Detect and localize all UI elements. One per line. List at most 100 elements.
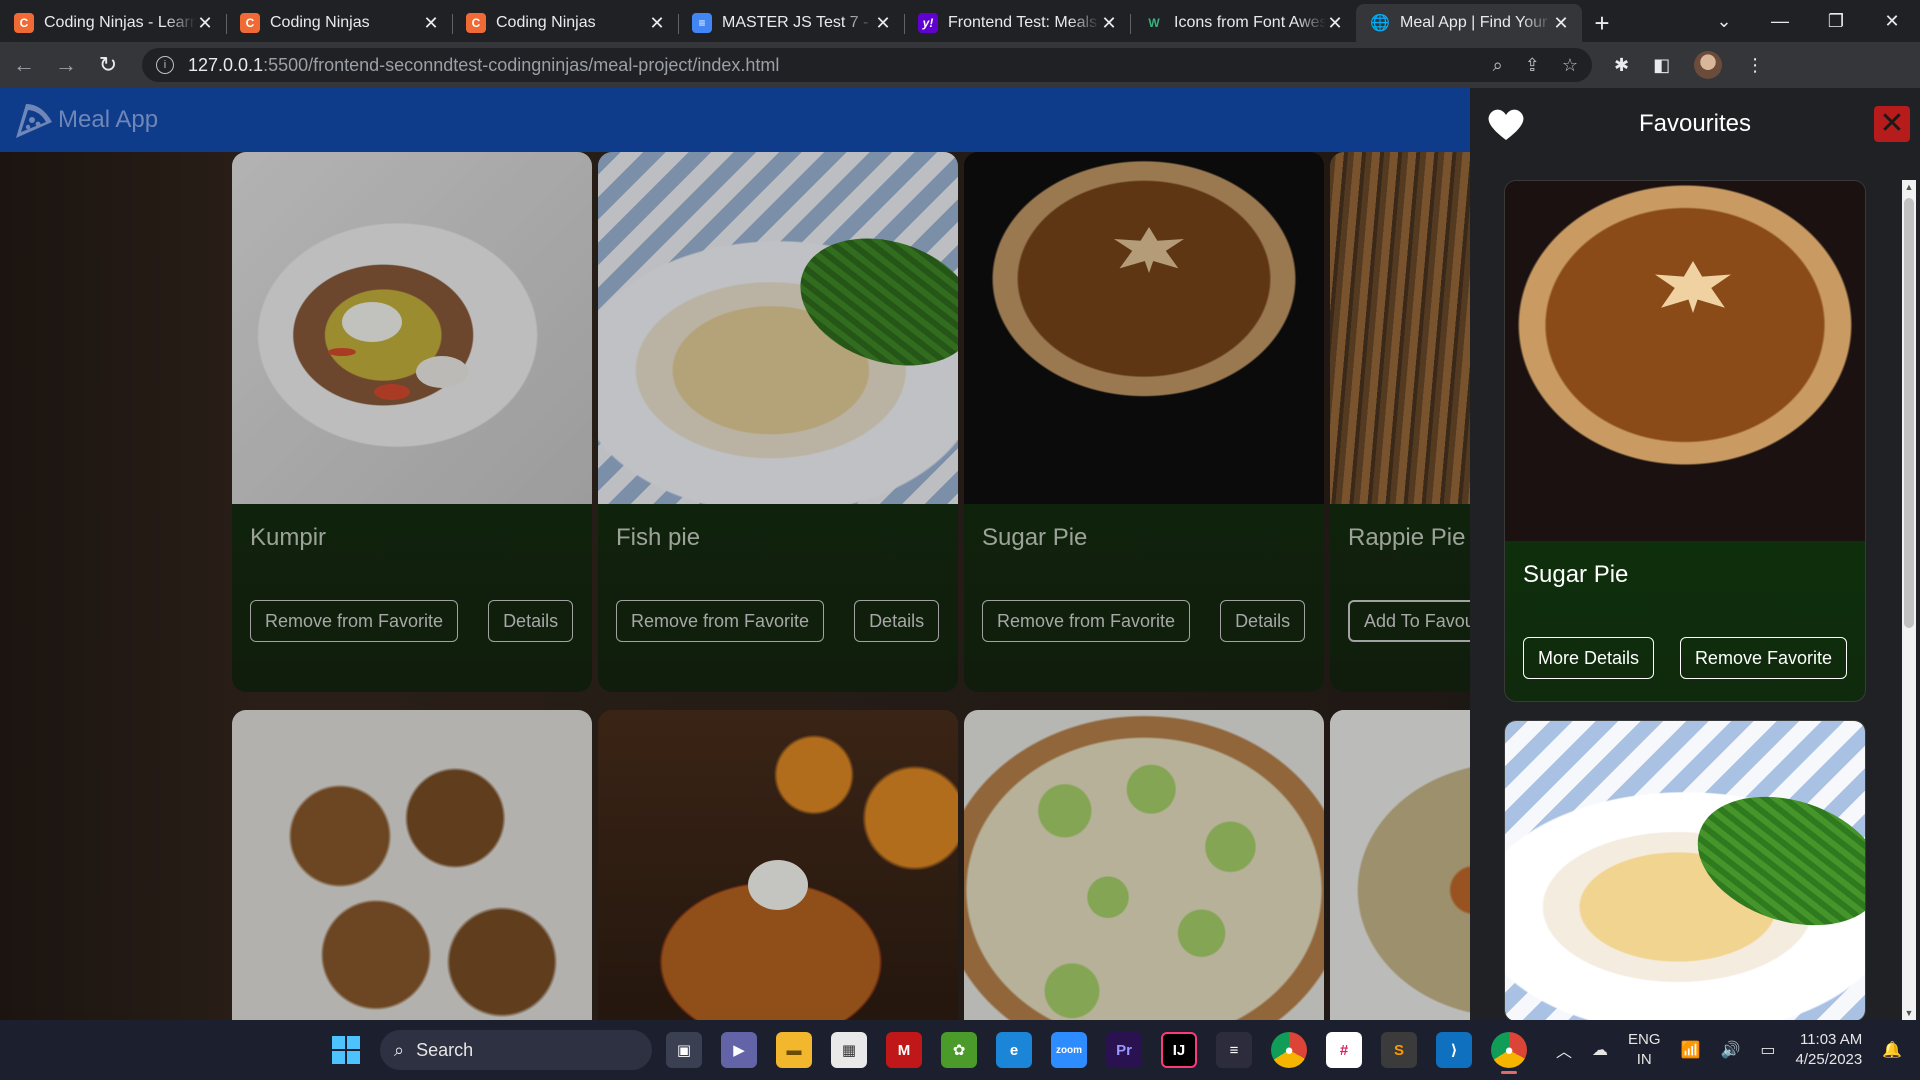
- edge-icon[interactable]: e: [996, 1032, 1032, 1068]
- remove-from-favorite-button[interactable]: Remove from Favorite: [250, 600, 459, 642]
- restore-icon[interactable]: ❐: [1808, 0, 1864, 42]
- pizza-logo-icon[interactable]: [12, 98, 56, 142]
- close-tab-icon[interactable]: ✕: [196, 13, 214, 34]
- meal-image: [964, 710, 1324, 1020]
- taskbar-search-label: Search: [416, 1039, 474, 1060]
- scrollbar-thumb[interactable]: [1904, 198, 1914, 628]
- browser-menu-icon[interactable]: ⋮: [1746, 55, 1764, 76]
- meal-image: [1505, 721, 1865, 1020]
- file-explorer-icon[interactable]: ▬: [776, 1032, 812, 1068]
- yahoo-icon: y!: [918, 13, 938, 33]
- chrome-icon-active[interactable]: ●: [1491, 1032, 1527, 1074]
- brand-name[interactable]: Meal App: [58, 106, 158, 134]
- globe-icon: 🌐: [1370, 15, 1390, 32]
- scroll-down-icon[interactable]: ▼: [1902, 1008, 1916, 1018]
- favourite-card: [1504, 720, 1866, 1020]
- tab-title: Icons from Font Awes: [1174, 14, 1326, 31]
- teams-chat-icon[interactable]: ▶: [721, 1032, 757, 1068]
- favourites-list: Sugar Pie More Details Remove Favorite: [1504, 180, 1866, 1020]
- battery-icon[interactable]: ▭: [1760, 1040, 1775, 1060]
- browser-tab[interactable]: ≡ MASTER JS Test 7 - M ✕: [678, 4, 904, 42]
- favourites-header: Favourites ✕: [1470, 88, 1920, 160]
- browser-tab[interactable]: C Coding Ninjas - Learn ✕: [0, 4, 226, 42]
- details-button[interactable]: Details: [488, 600, 574, 642]
- minimize-icon[interactable]: —: [1752, 0, 1808, 42]
- back-icon[interactable]: ←: [6, 47, 42, 83]
- onedrive-cloud-icon[interactable]: ☁: [1592, 1040, 1608, 1060]
- details-button[interactable]: Details: [854, 600, 940, 642]
- app-leaf-icon[interactable]: ✿: [941, 1032, 977, 1068]
- tab-title: Meal App | Find Your: [1400, 14, 1548, 31]
- media-player-icon[interactable]: ≡: [1216, 1032, 1252, 1068]
- forward-icon[interactable]: →: [48, 47, 84, 83]
- browser-tab-bar: C Coding Ninjas - Learn ✕ C Coding Ninja…: [0, 0, 1920, 42]
- meal-card: [232, 710, 592, 1020]
- wifi-icon[interactable]: 📶: [1681, 1040, 1701, 1060]
- bookmark-star-icon[interactable]: ☆: [1562, 55, 1578, 76]
- microsoft-store-icon[interactable]: ▦: [831, 1032, 867, 1068]
- browser-tab[interactable]: C Coding Ninjas ✕: [226, 4, 452, 42]
- close-tab-icon[interactable]: ✕: [874, 13, 892, 34]
- browser-tab[interactable]: y! Frontend Test: Meals ✕: [904, 4, 1130, 42]
- url-host: 127.0.0.1: [188, 54, 264, 75]
- close-window-icon[interactable]: ✕: [1864, 0, 1920, 42]
- details-button[interactable]: Details: [1220, 600, 1306, 642]
- tab-title: Coding Ninjas: [270, 14, 370, 31]
- chevron-up-icon[interactable]: ︿: [1556, 1038, 1572, 1062]
- clock[interactable]: 11:03 AM 4/25/2023: [1796, 1030, 1863, 1070]
- mcafee-icon[interactable]: M: [886, 1032, 922, 1068]
- tab-title: Frontend Test: Meals: [948, 14, 1098, 31]
- tab-title: MASTER JS Test 7 - M: [722, 14, 874, 31]
- premiere-pro-icon[interactable]: Pr: [1106, 1032, 1142, 1068]
- new-tab-button[interactable]: +: [1582, 4, 1622, 42]
- meal-card: [964, 710, 1324, 1020]
- reload-icon[interactable]: ↻: [90, 47, 126, 83]
- taskbar-search[interactable]: ⌕ Search: [380, 1030, 652, 1070]
- clock-date: 4/25/2023: [1795, 1051, 1863, 1068]
- meal-image: [598, 710, 958, 1020]
- sublime-text-icon[interactable]: S: [1381, 1032, 1417, 1068]
- meal-app-page: Meal App Kumpir Remove from Favorite Det…: [0, 88, 1920, 1020]
- close-tab-icon[interactable]: ✕: [1552, 13, 1570, 34]
- remove-from-favorite-button[interactable]: Remove from Favorite: [982, 600, 1191, 642]
- windows-start-icon[interactable]: [332, 1036, 360, 1064]
- close-tab-icon[interactable]: ✕: [422, 13, 440, 34]
- notifications-icon[interactable]: 🔔: [1882, 1040, 1902, 1060]
- address-bar[interactable]: i 127.0.0.1:5500/frontend-seconndtest-co…: [142, 48, 1592, 82]
- close-tab-icon[interactable]: ✕: [1100, 13, 1118, 34]
- side-panel-icon[interactable]: ◧: [1653, 55, 1670, 76]
- meal-image: [1505, 181, 1865, 541]
- tab-title: Coding Ninjas: [496, 14, 596, 31]
- extensions-puzzle-icon[interactable]: ✱: [1614, 55, 1629, 76]
- remove-from-favorite-button[interactable]: Remove from Favorite: [616, 600, 825, 642]
- browser-tab[interactable]: W Icons from Font Awes ✕: [1130, 4, 1356, 42]
- intellij-icon[interactable]: IJ: [1161, 1032, 1197, 1068]
- tab-title: Coding Ninjas - Learn: [44, 14, 196, 31]
- coding-ninjas-icon: C: [14, 13, 34, 33]
- browser-tab[interactable]: C Coding Ninjas ✕: [452, 4, 678, 42]
- remove-favorite-button[interactable]: Remove Favorite: [1679, 637, 1847, 679]
- close-tab-icon[interactable]: ✕: [648, 13, 666, 34]
- site-info-icon[interactable]: i: [156, 56, 174, 74]
- zoom-icon[interactable]: ⌕: [1493, 55, 1503, 76]
- share-icon[interactable]: ⇪: [1525, 55, 1540, 76]
- chrome-icon[interactable]: ●: [1271, 1032, 1307, 1068]
- vscode-icon[interactable]: ⟩: [1436, 1032, 1472, 1068]
- volume-icon[interactable]: 🔊: [1720, 1040, 1740, 1060]
- slack-icon[interactable]: #: [1326, 1032, 1362, 1068]
- language-indicator[interactable]: ENG IN: [1628, 1030, 1661, 1070]
- window-controls: ⌄ — ❐ ✕: [1696, 0, 1920, 42]
- close-icon[interactable]: ✕: [1874, 106, 1910, 142]
- scroll-up-icon[interactable]: ▲: [1902, 182, 1916, 192]
- tab-search-chevron-icon[interactable]: ⌄: [1696, 0, 1752, 42]
- close-tab-icon[interactable]: ✕: [1326, 13, 1344, 34]
- favourites-scrollbar[interactable]: ▲ ▼: [1902, 180, 1916, 1020]
- more-details-button[interactable]: More Details: [1523, 637, 1655, 679]
- google-docs-icon: ≡: [692, 13, 712, 33]
- profile-avatar[interactable]: [1694, 51, 1723, 79]
- task-view-icon[interactable]: ▣: [666, 1032, 702, 1068]
- meal-image: [232, 710, 592, 1020]
- meal-card: [598, 710, 958, 1020]
- zoom-icon[interactable]: zoom: [1051, 1032, 1087, 1068]
- browser-tab-active[interactable]: 🌐 Meal App | Find Your ✕: [1356, 4, 1582, 42]
